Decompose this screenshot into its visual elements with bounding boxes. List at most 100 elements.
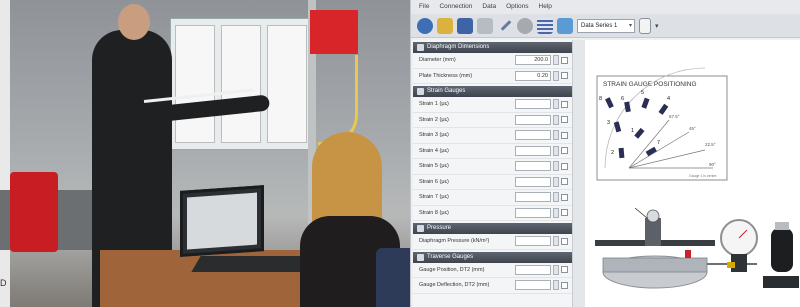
spinner-icon[interactable] (553, 207, 559, 218)
save-icon[interactable] (457, 17, 473, 34)
row-checkbox[interactable] (561, 209, 568, 217)
report-icon[interactable] (639, 17, 651, 34)
spinner-icon[interactable] (553, 114, 559, 125)
param-row: Diameter (mm) 200.0 (413, 53, 572, 69)
panel-splitter[interactable] (573, 40, 585, 307)
diameter-input[interactable]: 200.0 (515, 55, 551, 66)
gauge-number-label: 5 (641, 90, 644, 96)
param-label: Strain 2 (μɛ) (419, 116, 449, 123)
gauge-number-label: 8 (599, 96, 602, 102)
param-label: Gauge Deflection, DT2 (mm) (419, 282, 490, 289)
table-icon[interactable] (537, 17, 553, 34)
leader-line (634, 207, 648, 219)
row-checkbox[interactable] (561, 193, 568, 201)
globe-icon[interactable] (417, 17, 433, 34)
spinner-icon[interactable] (553, 192, 559, 203)
student-head (118, 4, 150, 40)
strain-row: Strain 8 (μɛ) (413, 206, 572, 221)
row-checkbox[interactable] (561, 281, 568, 289)
collapse-icon[interactable] (417, 44, 424, 51)
section-traverse-gauges[interactable]: Traverse Gauges (413, 251, 572, 263)
menu-help[interactable]: Help (539, 2, 552, 12)
spinner-icon[interactable] (553, 176, 559, 187)
row-checkbox[interactable] (561, 178, 568, 186)
param-label: Strain 8 (μɛ) (419, 209, 449, 216)
angle-label: 90° (709, 162, 716, 167)
param-label: Strain 4 (μɛ) (419, 147, 449, 154)
param-label: Plate Thickness (mm) (419, 72, 473, 79)
spinner-icon[interactable] (553, 236, 559, 247)
software-window: File Connection Data Options Help Data S… (410, 0, 800, 307)
param-label: Gauge Position, DT2 (mm) (419, 266, 485, 273)
section-strain-gauges[interactable]: Strain Gauges (413, 86, 572, 97)
row-checkbox[interactable] (561, 116, 568, 124)
strain-1-input[interactable] (515, 99, 551, 110)
chevron-down-icon: ▾ (628, 22, 632, 29)
row-checkbox[interactable] (561, 266, 568, 274)
collapse-icon[interactable] (417, 88, 424, 95)
row-checkbox[interactable] (561, 147, 568, 155)
laptop-keyboard (191, 256, 311, 272)
spinner-icon[interactable] (553, 70, 559, 81)
gauge-position-input[interactable] (515, 264, 551, 275)
strain-3-input[interactable] (515, 130, 551, 141)
strain-8-input[interactable] (515, 207, 551, 218)
gauge-number-label: 7 (657, 140, 660, 146)
row-checkbox[interactable] (561, 100, 568, 108)
document-icon[interactable] (477, 17, 493, 34)
strain-row: Strain 4 (μɛ) (413, 144, 572, 159)
strain-2-input[interactable] (515, 114, 551, 125)
collapse-icon[interactable] (417, 253, 424, 261)
gauge-deflection-input[interactable] (515, 280, 551, 291)
gauge-number-label: 3 (607, 120, 610, 126)
section-title: Strain Gauges (427, 88, 466, 94)
spinner-icon[interactable] (553, 55, 559, 66)
menu-data[interactable]: Data (482, 2, 496, 12)
spinner-icon[interactable] (553, 130, 559, 141)
pump-base (763, 276, 799, 288)
dial-gauge (646, 209, 660, 223)
chart-icon[interactable] (557, 17, 573, 34)
strain-7-input[interactable] (515, 192, 551, 203)
menu-options[interactable]: Options (506, 2, 528, 12)
collapse-icon[interactable] (417, 225, 424, 232)
pressure-input[interactable] (515, 236, 551, 247)
spinner-icon[interactable] (553, 145, 559, 156)
spinner-icon[interactable] (553, 161, 559, 172)
red-unit (310, 10, 358, 54)
apparatus-diagram: STRAIN GAUGE POSITIONING 8 6 5 4 3 1 2 7… (595, 67, 799, 289)
pencil-icon[interactable] (497, 18, 513, 34)
test-rig-panel (170, 18, 310, 150)
section-diaphragm-dimensions[interactable]: Diaphragm Dimensions (413, 42, 572, 53)
plate-thickness-input[interactable]: 0.20 (515, 70, 551, 81)
spinner-icon[interactable] (553, 99, 559, 110)
row-checkbox[interactable] (561, 131, 568, 139)
red-machine (10, 172, 58, 252)
strain-row: Strain 1 (μɛ) (413, 97, 572, 113)
photo-left-margin: D (0, 0, 10, 307)
spinner-icon[interactable] (553, 280, 559, 291)
menu-connection[interactable]: Connection (439, 2, 472, 12)
settings-icon[interactable] (517, 17, 533, 34)
spinner-icon[interactable] (553, 264, 559, 275)
data-series-select[interactable]: Data Series 1 ▾ (577, 18, 635, 33)
toolbar-dropdown-icon[interactable]: ▾ (655, 22, 659, 30)
chair (376, 248, 410, 307)
param-label: Strain 1 (μɛ) (419, 101, 449, 108)
section-pressure[interactable]: Pressure (413, 223, 572, 234)
strain-row: Strain 3 (μɛ) (413, 128, 572, 144)
menu-file[interactable]: File (419, 2, 429, 12)
lab-photo: D (0, 0, 410, 307)
row-checkbox[interactable] (561, 237, 568, 245)
data-series-value: Data Series 1 (581, 22, 618, 29)
open-folder-icon[interactable] (437, 17, 453, 34)
row-checkbox[interactable] (561, 56, 568, 64)
strain-6-input[interactable] (515, 176, 551, 187)
param-row: Plate Thickness (mm) 0.20 (413, 69, 572, 84)
menu-bar: File Connection Data Options Help (411, 0, 800, 14)
row-checkbox[interactable] (561, 162, 568, 170)
strain-5-input[interactable] (515, 161, 551, 172)
strain-4-input[interactable] (515, 145, 551, 156)
gauge-number-label: 6 (621, 96, 624, 102)
row-checkbox[interactable] (561, 72, 568, 80)
